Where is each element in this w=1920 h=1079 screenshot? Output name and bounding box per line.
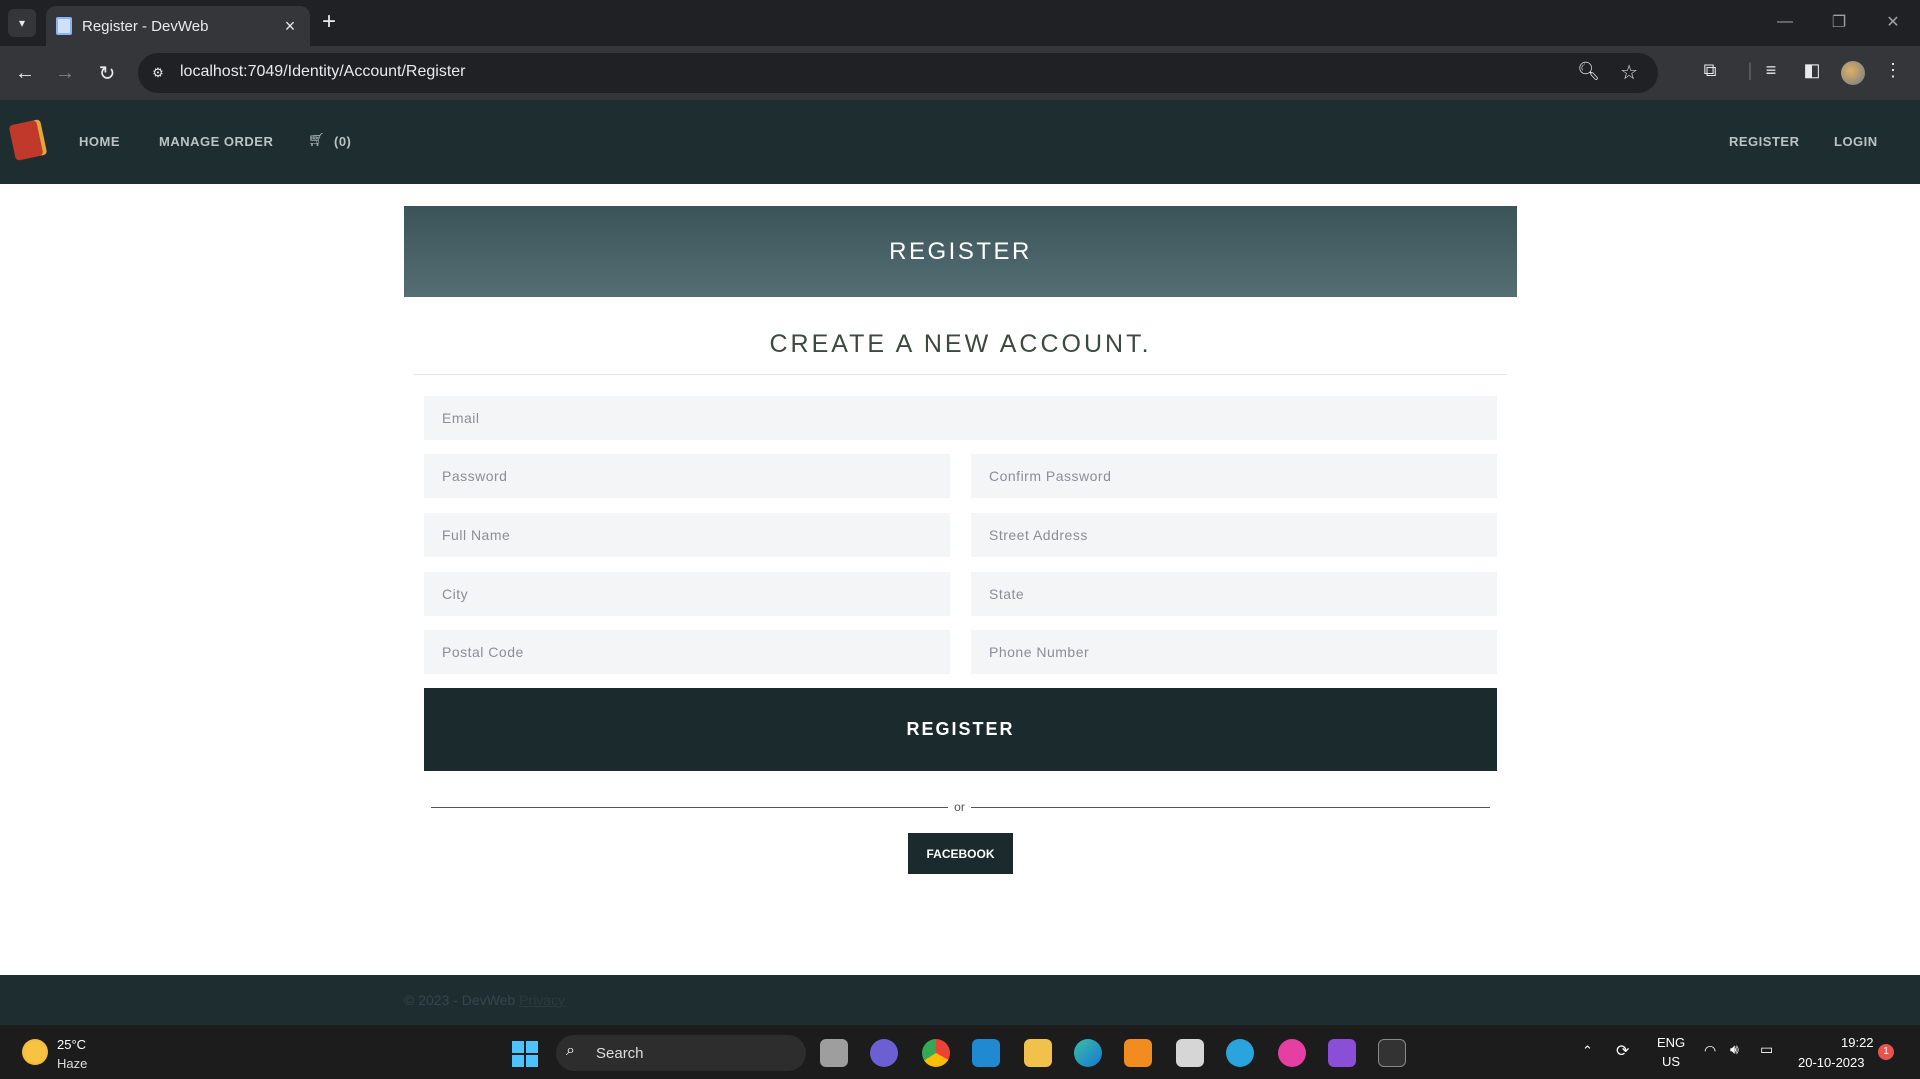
address-bar[interactable]: ⚙ localhost:7049/Identity/Account/Regist… (138, 53, 1658, 93)
email-field[interactable] (424, 396, 1497, 440)
telegram-icon[interactable] (1226, 1039, 1254, 1067)
windows-start-icon[interactable] (512, 1041, 538, 1067)
zoom-icon[interactable]: 🔍︎ (1577, 61, 1600, 82)
divider (414, 374, 1507, 375)
battery-icon[interactable]: ▭ (1760, 1041, 1773, 1058)
weather-sun-icon[interactable] (22, 1039, 48, 1065)
teams-chat-icon[interactable] (870, 1039, 898, 1067)
extensions-icon[interactable]: ⧉ (1697, 60, 1723, 81)
search-icon: ⌕ (566, 1042, 575, 1059)
street-address-field[interactable] (971, 513, 1497, 557)
confirm-password-field[interactable] (971, 454, 1497, 498)
register-banner: REGISTER (404, 206, 1517, 297)
edge-icon[interactable] (1074, 1039, 1102, 1067)
notification-badge[interactable]: 1 (1878, 1044, 1894, 1060)
window-controls: — ❐ ✕ (1758, 0, 1920, 44)
or-text: or (954, 800, 965, 814)
copyright-label: © 2023 - DevWeb (404, 992, 516, 1008)
sublime-text-icon[interactable] (1124, 1039, 1152, 1067)
browser-menu-icon[interactable]: ⋮ (1880, 60, 1906, 81)
full-name-field[interactable] (424, 513, 950, 557)
close-window-icon[interactable]: ✕ (1866, 0, 1920, 44)
new-tab-button[interactable]: + (322, 8, 336, 36)
site-footer: © 2023 - DevWeb Privacy (0, 975, 1920, 1025)
weather-temperature[interactable]: 25°C (57, 1037, 86, 1052)
clock-time[interactable]: 19:22 (1841, 1035, 1874, 1050)
browser-toolbar: ← → ↻ ⚙ localhost:7049/Identity/Account/… (0, 46, 1920, 100)
password-field[interactable] (424, 454, 950, 498)
page-title: REGISTER (889, 237, 1032, 265)
register-submit-button[interactable]: REGISTER (424, 688, 1497, 771)
back-arrow-icon[interactable]: ← (10, 58, 40, 88)
nav-register-link[interactable]: REGISTER (1729, 134, 1799, 149)
wifi-icon[interactable]: ◠ (1704, 1042, 1716, 1059)
os-taskbar: 25°C Haze ⌕ Search ⌃ ⟳ ENG US ◠ 🔊︎ ▭ 19:… (0, 1025, 1920, 1079)
volume-icon[interactable]: 🔊︎ (1730, 1041, 1739, 1058)
file-explorer-icon[interactable] (1024, 1039, 1052, 1067)
minimize-icon[interactable]: — (1758, 0, 1812, 44)
city-field[interactable] (424, 572, 950, 616)
task-view-icon[interactable] (820, 1039, 848, 1067)
browser-tab-active[interactable]: Register - DevWeb × (46, 6, 310, 46)
sync-icon[interactable]: ⟳ (1616, 1041, 1629, 1061)
tab-close-icon[interactable]: × (280, 16, 300, 37)
book-logo-icon[interactable] (8, 119, 48, 161)
nav-manage-order-link[interactable]: MANAGE ORDER (159, 134, 273, 149)
nav-home-link[interactable]: HOME (79, 134, 120, 149)
site-info-icon[interactable]: ⚙ (148, 63, 168, 83)
media-controls-icon[interactable]: ≡ (1758, 60, 1784, 81)
url-text[interactable]: localhost:7049/Identity/Account/Register (180, 63, 466, 81)
profile-avatar[interactable] (1841, 61, 1865, 85)
clock-date[interactable]: 20-10-2023 (1798, 1055, 1865, 1070)
wps-icon[interactable] (1278, 1039, 1306, 1067)
taskbar-search[interactable]: ⌕ Search (556, 1035, 806, 1071)
or-divider-right (971, 807, 1490, 808)
site-navbar: HOME MANAGE ORDER 🛒︎ (0) REGISTER LOGIN (0, 100, 1920, 184)
phone-number-field[interactable] (971, 630, 1497, 674)
terminal-icon[interactable] (1378, 1039, 1406, 1067)
privacy-link[interactable]: Privacy (519, 992, 565, 1008)
form-subtitle: CREATE A NEW ACCOUNT. (769, 330, 1152, 358)
visual-studio-icon[interactable] (1328, 1039, 1356, 1067)
language-code[interactable]: ENG (1657, 1035, 1685, 1050)
nav-login-link[interactable]: LOGIN (1834, 134, 1878, 149)
state-field[interactable] (971, 572, 1497, 616)
restore-icon[interactable]: ❐ (1812, 0, 1866, 44)
browser-tabstrip: ▾ Register - DevWeb × + — ❐ ✕ (0, 0, 1920, 46)
copyright-text: © 2023 - DevWeb Privacy (404, 992, 565, 1008)
or-divider-left (431, 807, 948, 808)
taskbar-search-label: Search (596, 1045, 644, 1062)
vscode-icon[interactable] (972, 1039, 1000, 1067)
chrome-icon[interactable] (922, 1039, 950, 1067)
tray-overflow-icon[interactable]: ⌃ (1582, 1043, 1593, 1059)
side-panel-icon[interactable]: ◧ (1799, 60, 1825, 81)
tab-search-button[interactable]: ▾ (8, 9, 36, 37)
page-favicon-icon (56, 17, 72, 35)
cart-count[interactable]: (0) (334, 134, 351, 149)
postal-code-field[interactable] (424, 630, 950, 674)
cart-icon[interactable]: 🛒︎ (308, 132, 325, 148)
language-region[interactable]: US (1662, 1054, 1680, 1069)
reload-icon[interactable]: ↻ (92, 58, 122, 88)
weather-description[interactable]: Haze (57, 1056, 87, 1071)
bookmark-star-icon[interactable]: ☆ (1620, 60, 1638, 85)
tab-title: Register - DevWeb (82, 17, 209, 35)
forward-arrow-icon[interactable]: → (50, 58, 80, 88)
snipping-tool-icon[interactable] (1176, 1039, 1204, 1067)
facebook-login-button[interactable]: FACEBOOK (908, 833, 1013, 874)
